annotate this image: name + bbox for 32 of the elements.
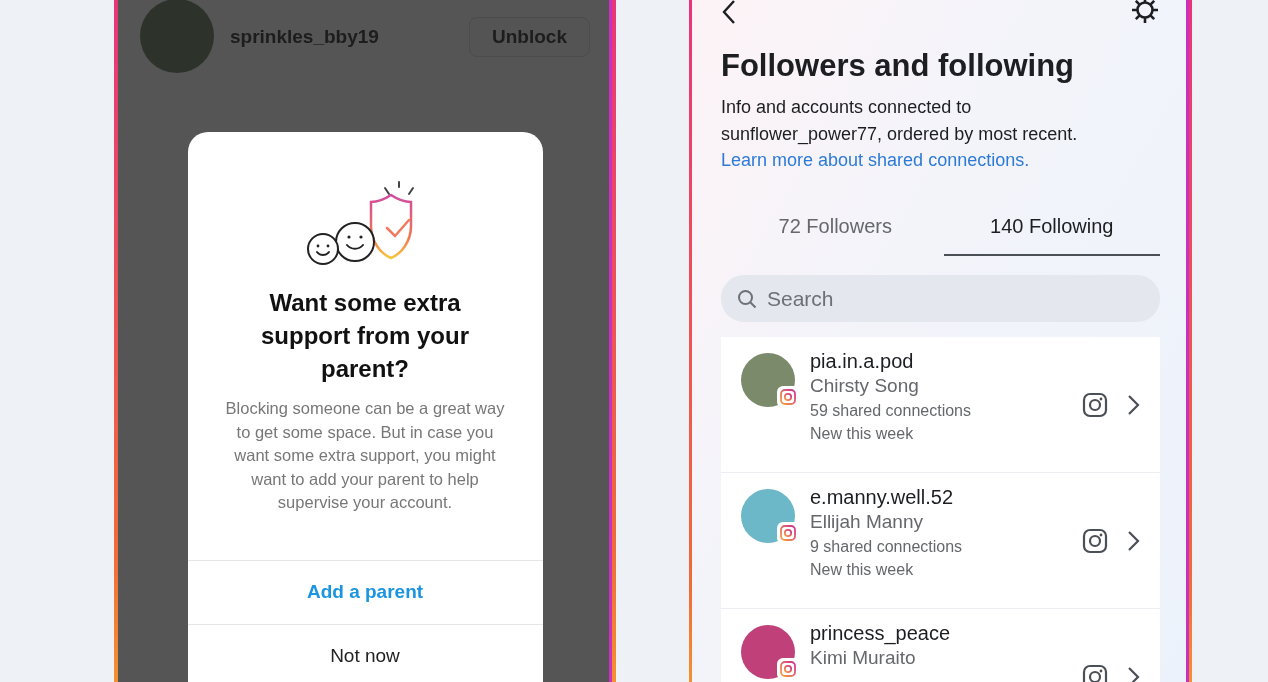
search-field[interactable]: Search [721, 275, 1160, 322]
camera-icon[interactable] [1082, 663, 1108, 682]
username: pia.in.a.pod [810, 349, 915, 373]
dialog-message: Blocking someone can be a great way to get some space. But in case you want some extra support, you might want to add your parent to help supervise your account. [224, 398, 506, 513]
add-parent-button[interactable]: Add a parent [187, 559, 543, 624]
shared-connections: 59 shared connections [810, 401, 972, 421]
learn-more-link[interactable]: Learn more about shared connections. [721, 147, 1030, 173]
chevron-right-icon[interactable] [1126, 393, 1140, 416]
full-name: Ellijah Manny [810, 510, 924, 534]
username: sprinkles_bby19 [230, 25, 380, 48]
dismiss-button[interactable]: Not now [187, 623, 543, 682]
full-name: Kimi Muraito [810, 646, 917, 670]
camera-icon[interactable] [1082, 527, 1108, 554]
shared-connections: 9 shared connections [810, 537, 964, 557]
camera-icon [777, 522, 799, 544]
dialog-title: Want some extra support from your parent? [260, 288, 470, 384]
settings-icon[interactable] [1130, 0, 1160, 25]
account-note: New this week [810, 560, 915, 580]
page-title: Followers and following [721, 48, 1076, 84]
username: princess_peace [810, 621, 952, 645]
username: e.manny.well.52 [810, 485, 955, 509]
description: Info and accounts connected to sunflower_power77, ordered by most recent. [721, 96, 1079, 147]
tab[interactable]: 72 Followers [727, 207, 944, 256]
account-note: New this week [810, 424, 915, 444]
full-name: Chirsty Song [810, 374, 920, 398]
chevron-right-icon[interactable] [1126, 665, 1140, 682]
search-icon [737, 289, 757, 309]
back-icon[interactable] [720, 0, 738, 26]
tab[interactable]: 140 Following [943, 207, 1160, 256]
camera-icon[interactable] [1082, 391, 1108, 418]
camera-icon [777, 386, 799, 408]
chevron-right-icon[interactable] [1126, 529, 1140, 552]
